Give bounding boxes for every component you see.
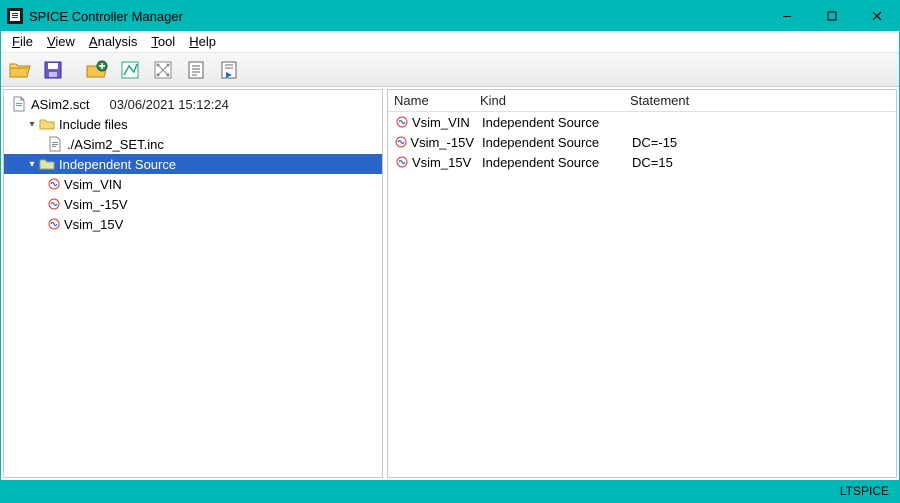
list-header: Name Kind Statement xyxy=(388,90,896,112)
tree-item-label: Vsim_VIN xyxy=(64,177,122,192)
tree-pane[interactable]: ASim2.sct 03/06/2021 15:12:24 ▾ Include … xyxy=(3,89,383,478)
menu-help[interactable]: Help xyxy=(182,32,223,51)
tree-include-label: Include files xyxy=(59,117,128,132)
list-row[interactable]: Vsim_15V Independent Source DC=15 xyxy=(388,152,896,172)
toolbar xyxy=(1,53,899,87)
cell-kind: Independent Source xyxy=(478,135,628,150)
folder-icon xyxy=(38,116,56,132)
tree-root-label: ASim2.sct xyxy=(31,97,90,112)
tree-include-group[interactable]: ▾ Include files xyxy=(4,114,382,134)
chevron-down-icon[interactable]: ▾ xyxy=(26,159,38,170)
app-icon xyxy=(7,8,23,24)
cell-statement: DC=-15 xyxy=(628,135,896,150)
schematic-button[interactable] xyxy=(115,56,145,84)
menu-view[interactable]: View xyxy=(40,32,82,51)
tree-item-label: Vsim_-15V xyxy=(64,197,128,212)
inc-file-icon xyxy=(46,136,64,152)
import-button[interactable] xyxy=(82,56,112,84)
cell-statement: DC=15 xyxy=(628,155,896,170)
source-icon xyxy=(394,154,410,170)
netlist-button[interactable] xyxy=(148,56,178,84)
col-kind[interactable]: Kind xyxy=(474,93,624,108)
tree-root[interactable]: ASim2.sct 03/06/2021 15:12:24 xyxy=(4,94,382,114)
tree-include-item[interactable]: ./ASim2_SET.inc xyxy=(4,134,382,154)
col-name[interactable]: Name xyxy=(388,93,474,108)
tree-source-item[interactable]: Vsim_-15V xyxy=(4,194,382,214)
menubar: File View Analysis Tool Help xyxy=(1,31,899,53)
menu-tool[interactable]: Tool xyxy=(144,32,182,51)
cell-name: Vsim_-15V xyxy=(410,135,474,150)
cell-kind: Independent Source xyxy=(478,155,628,170)
chevron-down-icon[interactable]: ▾ xyxy=(26,119,38,130)
window-title: SPICE Controller Manager xyxy=(29,9,183,24)
list-row[interactable]: Vsim_-15V Independent Source DC=-15 xyxy=(388,132,896,152)
tree-source-item[interactable]: Vsim_VIN xyxy=(4,174,382,194)
col-statement[interactable]: Statement xyxy=(624,93,896,108)
list-row[interactable]: Vsim_VIN Independent Source xyxy=(388,112,896,132)
maximize-button[interactable] xyxy=(809,1,854,31)
file-icon xyxy=(10,96,28,112)
tree-independent-source[interactable]: ▾ Independent Source xyxy=(4,154,382,174)
cell-name: Vsim_15V xyxy=(412,155,471,170)
status-right: LTSPICE xyxy=(840,484,889,498)
folder-open-icon xyxy=(38,156,56,172)
run-button[interactable] xyxy=(214,56,244,84)
open-button[interactable] xyxy=(5,56,35,84)
tree-item-label: Vsim_15V xyxy=(64,217,123,232)
content-area: ASim2.sct 03/06/2021 15:12:24 ▾ Include … xyxy=(1,87,899,480)
tree-source-item[interactable]: Vsim_15V xyxy=(4,214,382,234)
source-icon xyxy=(46,196,62,212)
source-icon xyxy=(394,114,410,130)
list-pane[interactable]: Name Kind Statement Vsim_VIN Independent… xyxy=(387,89,897,478)
tree-item-label: ./ASim2_SET.inc xyxy=(67,137,164,152)
tree-root-timestamp: 03/06/2021 15:12:24 xyxy=(110,97,229,112)
menu-file[interactable]: File xyxy=(5,32,40,51)
cell-name: Vsim_VIN xyxy=(412,115,470,130)
report-button[interactable] xyxy=(181,56,211,84)
titlebar: SPICE Controller Manager xyxy=(1,1,899,31)
statusbar: LTSPICE xyxy=(1,480,899,502)
cell-kind: Independent Source xyxy=(478,115,628,130)
source-icon xyxy=(394,134,408,150)
close-button[interactable] xyxy=(854,1,899,31)
minimize-button[interactable] xyxy=(764,1,809,31)
tree-indep-label: Independent Source xyxy=(59,157,176,172)
source-icon xyxy=(46,176,62,192)
source-icon xyxy=(46,216,62,232)
menu-analysis[interactable]: Analysis xyxy=(82,32,144,51)
save-button[interactable] xyxy=(38,56,68,84)
